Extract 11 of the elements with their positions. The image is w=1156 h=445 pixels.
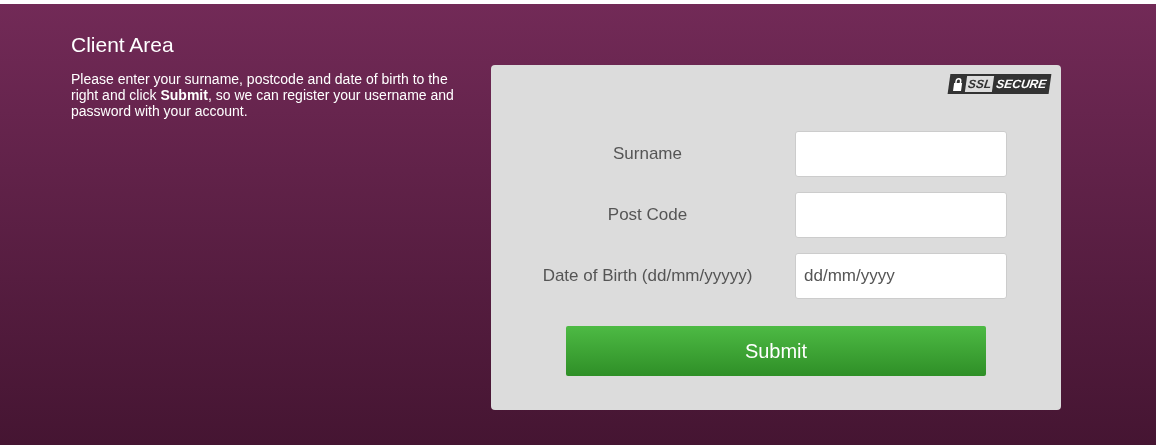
lock-icon [951, 77, 964, 91]
intro-text: Please enter your surname, postcode and date of birth to the right and click Submit, so we can register your username and password with your account. [71, 71, 455, 119]
ssl-secure-badge: SSL SECURE [947, 74, 1052, 94]
input-field[interactable]: dd/mm/yyyy [795, 253, 1007, 299]
field-label: Date of Birth (dd/mm/yyyyy) [541, 266, 754, 286]
field-label: Surname [612, 144, 683, 164]
input-field[interactable] [795, 192, 1007, 238]
input-field[interactable] [795, 131, 1007, 177]
page-title: Client Area [71, 33, 175, 57]
field-label: Post Code [606, 205, 689, 225]
submit-button[interactable]: Submit [566, 326, 986, 376]
